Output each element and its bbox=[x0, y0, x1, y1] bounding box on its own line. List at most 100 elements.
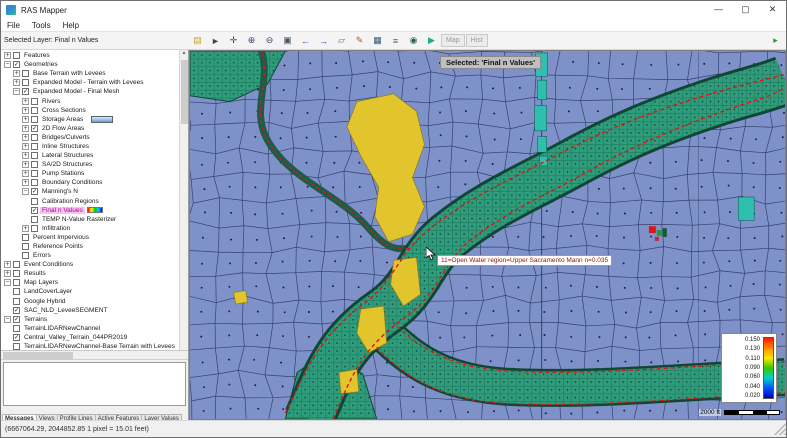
zoom-in-icon[interactable]: ⊕ bbox=[243, 33, 260, 48]
menu-tools[interactable]: Tools bbox=[26, 19, 57, 31]
expand-icon[interactable]: + bbox=[22, 143, 29, 150]
layer-base-terrain-with-levees[interactable]: +Base Terrain with Levees bbox=[2, 69, 178, 78]
layer-checkbox[interactable] bbox=[13, 261, 20, 268]
layer-boundary-conditions[interactable]: +Boundary Conditions bbox=[2, 178, 178, 187]
layer-infiltration[interactable]: +Infiltration bbox=[2, 224, 178, 233]
layer-reference-points[interactable]: Reference Points bbox=[2, 242, 178, 251]
next-view-icon[interactable]: → bbox=[315, 33, 332, 48]
layer-checkbox[interactable]: ✓ bbox=[13, 334, 20, 341]
layer-landcoverlayer[interactable]: LandCoverLayer bbox=[2, 287, 178, 296]
layer-storage-areas[interactable]: +Storage Areas bbox=[2, 115, 178, 124]
layer-checkbox[interactable] bbox=[31, 134, 38, 141]
layer-checkbox[interactable] bbox=[13, 298, 20, 305]
layer-terrainlidarnewchannel-base-terrain-with-levees[interactable]: TerrainLIDARNewChannel-Base Terrain with… bbox=[2, 342, 178, 351]
expand-icon[interactable]: + bbox=[22, 134, 29, 141]
table-icon[interactable]: ▦ bbox=[369, 33, 386, 48]
layer-checkbox[interactable]: ✓ bbox=[31, 188, 38, 195]
expand-icon[interactable]: + bbox=[4, 52, 11, 59]
layer-expanded-model-terrain-with-levees[interactable]: +Expanded Model - Terrain with Levees bbox=[2, 78, 178, 87]
layer-checkbox[interactable] bbox=[13, 279, 20, 286]
layer-checkbox[interactable] bbox=[31, 152, 38, 159]
menu-help[interactable]: Help bbox=[57, 19, 85, 31]
edit-icon[interactable]: ✎ bbox=[351, 33, 368, 48]
expand-icon[interactable]: + bbox=[4, 261, 11, 268]
layer-geometries[interactable]: −✓Geometries bbox=[2, 60, 178, 69]
layer-bridges-culverts[interactable]: +Bridges/Culverts bbox=[2, 133, 178, 142]
layer-checkbox[interactable] bbox=[31, 98, 38, 105]
layer-checkbox[interactable] bbox=[22, 79, 29, 86]
expand-icon[interactable]: + bbox=[22, 116, 29, 123]
layer-checkbox[interactable] bbox=[13, 52, 20, 59]
map-view[interactable]: Selected: 'Final n Values' 11=Open Water… bbox=[189, 50, 786, 420]
animation-icon[interactable]: ▶ bbox=[423, 33, 440, 48]
layer-checkbox[interactable] bbox=[13, 288, 20, 295]
layer-checkbox[interactable] bbox=[31, 179, 38, 186]
expand-icon[interactable]: + bbox=[13, 70, 20, 77]
layer-percent-impervious[interactable]: Percent Impervious bbox=[2, 233, 178, 242]
layer-checkbox[interactable] bbox=[31, 107, 38, 114]
layer-calibration-regions[interactable]: Calibration Regions bbox=[2, 197, 178, 206]
expand-icon[interactable]: + bbox=[22, 161, 29, 168]
layers-icon[interactable]: ≡ bbox=[387, 33, 404, 48]
layer-checkbox[interactable]: ✓ bbox=[31, 125, 38, 132]
layer-google-hybrid[interactable]: Google Hybrid bbox=[2, 297, 178, 306]
layer-terrains[interactable]: −✓Terrains bbox=[2, 315, 178, 324]
layer-pump-stations[interactable]: +Pump Stations bbox=[2, 169, 178, 178]
layer-final-n-values[interactable]: ✓Final n Values bbox=[2, 206, 178, 215]
layer-checkbox[interactable]: ✓ bbox=[22, 88, 29, 95]
layer-event-conditions[interactable]: +Event Conditions bbox=[2, 260, 178, 269]
layer-checkbox[interactable] bbox=[22, 243, 29, 250]
layer-checkbox[interactable] bbox=[31, 161, 38, 168]
layer-cross-sections[interactable]: +Cross Sections bbox=[2, 106, 178, 115]
layer-features[interactable]: +Features bbox=[2, 51, 178, 60]
layer-terrainlidarnewchannel[interactable]: TerrainLIDARNewChannel bbox=[2, 324, 178, 333]
layer-central-valley-terrain-044pr2019[interactable]: ✓Central_Valley_Terrain_044PR2019 bbox=[2, 333, 178, 342]
close-button[interactable]: ✕ bbox=[759, 1, 786, 19]
expand-icon[interactable]: + bbox=[22, 107, 29, 114]
layer-rivers[interactable]: +Rivers bbox=[2, 96, 178, 105]
layer-inline-structures[interactable]: +Inline Structures bbox=[2, 142, 178, 151]
layer-checkbox[interactable] bbox=[31, 170, 38, 177]
tree-vertical-scrollbar[interactable]: ▲ bbox=[179, 50, 188, 350]
collapse-panel-icon[interactable]: ▸ bbox=[767, 33, 784, 48]
layer-checkbox[interactable] bbox=[22, 70, 29, 77]
collapse-icon[interactable]: − bbox=[22, 188, 29, 195]
expand-icon[interactable]: + bbox=[22, 179, 29, 186]
layer-temp-n-value-rasterizer[interactable]: TEMP N-Value Rasterizer bbox=[2, 215, 178, 224]
expand-icon[interactable]: + bbox=[22, 170, 29, 177]
layer-results[interactable]: +Results bbox=[2, 269, 178, 278]
layer-map-layers[interactable]: −Map Layers bbox=[2, 278, 178, 287]
maximize-button[interactable]: ▢ bbox=[732, 1, 759, 19]
layer-checkbox[interactable] bbox=[22, 234, 29, 241]
layer-checkbox[interactable] bbox=[13, 270, 20, 277]
layer-expanded-model-final-mesh[interactable]: −✓Expanded Model - Final Mesh bbox=[2, 87, 178, 96]
layer-lateral-structures[interactable]: +Lateral Structures bbox=[2, 151, 178, 160]
layer-checkbox[interactable] bbox=[13, 325, 20, 332]
layer-sa-2d-structures[interactable]: +SA/2D Structures bbox=[2, 160, 178, 169]
open-project-icon[interactable]: ▤ bbox=[189, 33, 206, 48]
layer-checkbox[interactable]: ✓ bbox=[13, 316, 20, 323]
expand-icon[interactable]: + bbox=[22, 125, 29, 132]
select-pointer-icon[interactable]: ► bbox=[207, 33, 224, 48]
tree-horizontal-scrollbar[interactable] bbox=[1, 351, 188, 360]
snapshot-icon[interactable]: ◉ bbox=[405, 33, 422, 48]
layer-checkbox[interactable] bbox=[31, 116, 38, 123]
layer-checkbox[interactable]: ✓ bbox=[13, 307, 20, 314]
collapse-icon[interactable]: − bbox=[4, 279, 11, 286]
layer-checkbox[interactable]: ✓ bbox=[13, 61, 20, 68]
layer-checkbox[interactable] bbox=[31, 216, 38, 223]
minimize-button[interactable]: — bbox=[705, 1, 732, 19]
collapse-icon[interactable]: − bbox=[4, 61, 11, 68]
layer-checkbox[interactable]: ✓ bbox=[31, 207, 38, 214]
layer-sac-nld-leveesegment[interactable]: ✓SAC_NLD_LeveeSEGMENT bbox=[2, 306, 178, 315]
layer-checkbox[interactable] bbox=[22, 252, 29, 259]
layer-manning-s-n[interactable]: −✓Manning's N bbox=[2, 187, 178, 196]
resize-grip-icon[interactable] bbox=[774, 423, 786, 435]
pan-icon[interactable]: ✛ bbox=[225, 33, 242, 48]
expand-icon[interactable]: + bbox=[22, 98, 29, 105]
layer-2d-flow-areas[interactable]: +✓2D Flow Areas bbox=[2, 124, 178, 133]
layer-checkbox[interactable] bbox=[31, 198, 38, 205]
layer-checkbox[interactable] bbox=[13, 343, 20, 350]
zoom-out-icon[interactable]: ⊖ bbox=[261, 33, 278, 48]
collapse-icon[interactable]: − bbox=[13, 88, 20, 95]
